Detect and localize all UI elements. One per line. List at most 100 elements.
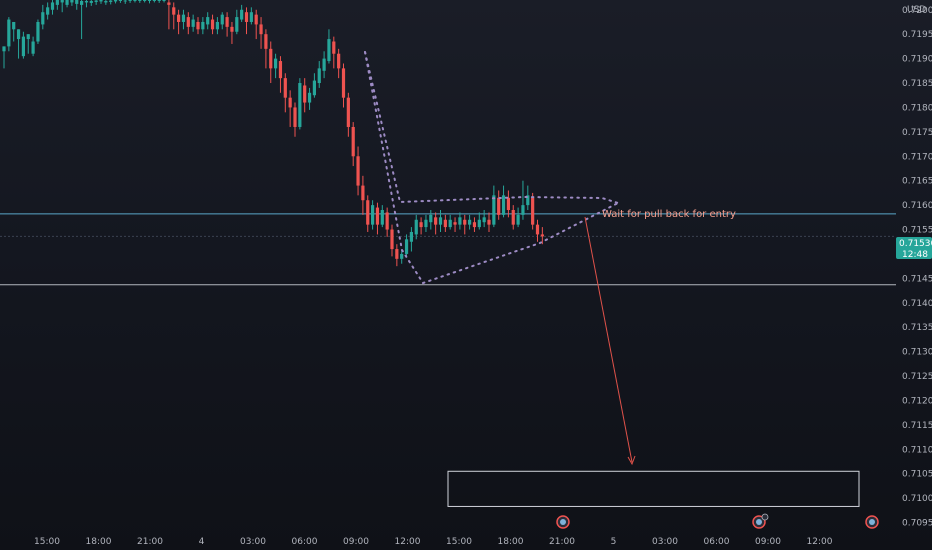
candle[interactable] (317, 61, 321, 88)
candle[interactable] (201, 17, 205, 35)
candle[interactable] (16, 29, 21, 59)
candle[interactable] (7, 17, 11, 52)
candle[interactable] (249, 7, 253, 25)
candle[interactable] (322, 51, 326, 79)
candle[interactable] (65, 0, 69, 8)
candle[interactable] (41, 4, 45, 30)
candle[interactable] (371, 200, 375, 230)
candle[interactable] (531, 192, 535, 230)
candle[interactable] (84, 0, 89, 8)
candle[interactable] (506, 190, 510, 218)
candle[interactable] (26, 34, 30, 54)
candle[interactable] (463, 214, 467, 235)
candle[interactable] (468, 214, 472, 230)
candle[interactable] (283, 73, 287, 113)
candle[interactable] (497, 190, 501, 220)
candle[interactable] (50, 0, 55, 15)
candle[interactable] (259, 17, 263, 49)
candle[interactable] (414, 214, 418, 240)
candle[interactable] (55, 0, 59, 10)
candle[interactable] (458, 212, 462, 230)
candle[interactable] (70, 0, 74, 6)
candle[interactable] (438, 210, 443, 232)
candle[interactable] (409, 227, 413, 252)
candle[interactable] (375, 202, 380, 235)
candle[interactable] (12, 21, 16, 42)
candle[interactable] (274, 53, 278, 79)
candle[interactable] (80, 0, 84, 40)
candle[interactable] (341, 63, 346, 108)
candle[interactable] (482, 210, 486, 228)
candle[interactable] (356, 146, 360, 196)
candle[interactable] (312, 73, 316, 98)
candle[interactable] (21, 31, 25, 59)
candle[interactable] (244, 7, 249, 35)
candle[interactable] (453, 217, 457, 232)
candle[interactable] (511, 205, 515, 230)
candle[interactable] (123, 0, 127, 4)
candle[interactable] (501, 185, 506, 218)
candle[interactable] (240, 4, 244, 22)
candle[interactable] (215, 17, 219, 35)
candle[interactable] (443, 214, 447, 232)
candle[interactable] (385, 207, 389, 237)
candle[interactable] (162, 0, 166, 3)
candle[interactable] (196, 17, 200, 35)
candle[interactable] (293, 102, 297, 137)
event-flag-icon[interactable] (865, 515, 879, 529)
candle[interactable] (492, 185, 496, 228)
candle[interactable] (177, 9, 181, 35)
candle[interactable] (288, 90, 292, 127)
candle[interactable] (225, 12, 229, 37)
candle[interactable] (118, 0, 122, 3)
candle[interactable] (36, 19, 40, 44)
candle[interactable] (424, 214, 428, 232)
candle[interactable] (535, 219, 540, 242)
candle[interactable] (143, 0, 147, 3)
candle[interactable] (113, 0, 118, 4)
candle[interactable] (133, 0, 137, 3)
candle[interactable] (172, 2, 176, 30)
candle[interactable] (89, 0, 93, 6)
candle[interactable] (186, 12, 190, 35)
candle[interactable] (94, 0, 98, 5)
candle[interactable] (303, 78, 307, 113)
candle[interactable] (191, 14, 195, 32)
candle[interactable] (472, 217, 477, 232)
candle[interactable] (264, 29, 268, 69)
candle[interactable] (404, 234, 409, 257)
candle[interactable] (366, 195, 370, 232)
candle[interactable] (75, 0, 79, 10)
candle[interactable] (2, 46, 6, 69)
candle[interactable] (516, 207, 520, 228)
candle[interactable] (60, 0, 64, 13)
candle[interactable] (181, 9, 186, 30)
candle[interactable] (254, 9, 258, 40)
candle[interactable] (152, 0, 156, 3)
candle[interactable] (390, 224, 394, 257)
wedge-upper-dotted-line[interactable] (364, 51, 619, 204)
candle[interactable] (31, 36, 35, 57)
candle[interactable] (327, 29, 331, 64)
trading-chart[interactable]: Wait for pull back for entry USD 0.7200 0… (0, 0, 932, 550)
candle[interactable] (269, 41, 273, 84)
projection-arrow-line[interactable] (584, 216, 633, 463)
candle[interactable] (206, 12, 210, 30)
candle[interactable] (380, 205, 384, 228)
candle[interactable] (46, 2, 50, 20)
candle[interactable] (128, 0, 132, 3)
candle[interactable] (147, 0, 152, 4)
candle[interactable] (99, 0, 103, 4)
candle[interactable] (361, 175, 365, 215)
candle[interactable] (332, 36, 336, 69)
candle[interactable] (138, 0, 142, 3)
candle[interactable] (448, 214, 452, 230)
chart-canvas[interactable]: Wait for pull back for entry USD 0.7200 0… (0, 0, 932, 550)
candle[interactable] (109, 0, 113, 5)
candle[interactable] (167, 0, 171, 30)
candle[interactable] (521, 180, 525, 220)
candle[interactable] (429, 210, 433, 230)
annotation-label[interactable]: Wait for pull back for entry (602, 209, 736, 220)
candle[interactable] (337, 48, 341, 79)
candle[interactable] (395, 244, 399, 267)
